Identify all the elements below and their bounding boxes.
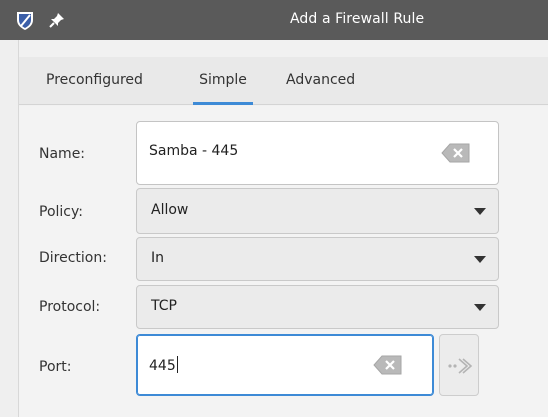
shield-icon — [14, 9, 36, 31]
name-field[interactable]: Samba - 445 — [136, 121, 499, 185]
name-value: Samba - 445 — [149, 143, 239, 159]
protocol-label: Protocol: — [39, 299, 101, 315]
port-apply-button[interactable] — [439, 334, 479, 396]
direction-label: Direction: — [39, 250, 107, 266]
pin-icon[interactable] — [48, 11, 66, 29]
clear-name-icon[interactable] — [441, 143, 471, 163]
direction-select[interactable]: In — [136, 237, 499, 281]
text-cursor — [176, 356, 178, 373]
protocol-select[interactable]: TCP — [136, 285, 499, 329]
policy-select[interactable]: Allow — [136, 188, 499, 234]
port-label: Port: — [39, 359, 72, 375]
arrow-right-icon — [447, 355, 473, 381]
policy-value: Allow — [151, 202, 189, 218]
policy-label: Policy: — [39, 204, 83, 220]
port-field[interactable]: 445 — [136, 334, 434, 396]
protocol-value: TCP — [151, 298, 177, 314]
port-value: 445 — [149, 356, 178, 374]
name-label: Name: — [39, 146, 86, 162]
tab-advanced[interactable]: Advanced — [286, 57, 355, 105]
dialog-content: Preconfigured Simple Advanced Name: Samb… — [18, 40, 548, 417]
clear-port-icon[interactable] — [373, 355, 403, 375]
tab-bar: Preconfigured Simple Advanced — [19, 57, 548, 105]
simple-rule-form: Name: Samba - 445 Policy: Allow Directio… — [19, 106, 548, 417]
window-title: Add a Firewall Rule — [290, 11, 425, 27]
chevron-down-icon — [474, 256, 486, 263]
tab-simple[interactable]: Simple — [193, 57, 253, 105]
chevron-down-icon — [474, 304, 486, 311]
chevron-down-icon — [474, 208, 486, 215]
title-bar: Add a Firewall Rule — [0, 0, 548, 40]
tab-preconfigured[interactable]: Preconfigured — [46, 57, 143, 105]
direction-value: In — [151, 250, 165, 266]
